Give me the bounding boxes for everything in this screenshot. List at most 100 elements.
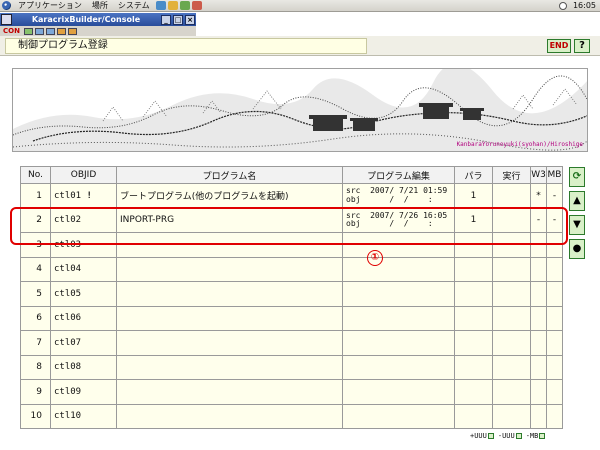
cell-exec[interactable] bbox=[492, 232, 531, 258]
cell-exec[interactable] bbox=[492, 403, 531, 429]
cell-program-name[interactable] bbox=[116, 281, 343, 307]
cell-objid[interactable]: ctl10 bbox=[50, 403, 117, 429]
table-row[interactable]: 10 ctl10 bbox=[20, 403, 563, 429]
cell-program-edit[interactable] bbox=[342, 354, 455, 380]
cell-w3[interactable] bbox=[530, 354, 547, 380]
cell-para[interactable] bbox=[454, 305, 493, 331]
table-row[interactable]: 9 ctl09 bbox=[20, 379, 563, 405]
browser-launcher-icon[interactable] bbox=[155, 1, 166, 10]
mail-launcher-icon[interactable] bbox=[167, 1, 178, 10]
cell-program-edit[interactable] bbox=[342, 330, 455, 356]
cell-program-edit[interactable]: src 2007/ 7/26 16:05 obj / / : bbox=[342, 207, 455, 233]
cell-mb[interactable]: - bbox=[546, 183, 563, 209]
con-tab[interactable]: CON bbox=[0, 27, 23, 35]
table-row[interactable]: 5 ctl05 bbox=[20, 281, 563, 307]
close-button[interactable]: × bbox=[185, 14, 195, 25]
foot-logo-icon[interactable] bbox=[2, 1, 11, 10]
cell-para[interactable] bbox=[454, 379, 493, 405]
toolbar-icon[interactable] bbox=[56, 27, 66, 35]
cell-para[interactable] bbox=[454, 256, 493, 282]
cell-para[interactable] bbox=[454, 232, 493, 258]
cell-mb[interactable] bbox=[546, 354, 563, 380]
cell-w3[interactable] bbox=[530, 232, 547, 258]
window-menu-icon[interactable] bbox=[1, 14, 12, 25]
cell-para[interactable] bbox=[454, 354, 493, 380]
table-row[interactable]: 6 ctl06 bbox=[20, 305, 563, 331]
cell-para[interactable] bbox=[454, 281, 493, 307]
move-up-button[interactable]: ▲ bbox=[569, 191, 585, 211]
cell-exec[interactable] bbox=[492, 281, 531, 307]
cell-program-name[interactable] bbox=[116, 232, 343, 258]
cell-mb[interactable]: - bbox=[546, 207, 563, 233]
table-row[interactable]: 8 ctl08 bbox=[20, 354, 563, 380]
cell-w3[interactable]: - bbox=[530, 207, 547, 233]
toolbar-icon[interactable] bbox=[67, 27, 77, 35]
clock[interactable]: 16:05 bbox=[569, 1, 600, 10]
cell-w3[interactable]: * bbox=[530, 183, 547, 209]
minimize-button[interactable]: _ bbox=[161, 14, 171, 25]
select-button[interactable]: ● bbox=[569, 239, 585, 259]
cell-exec[interactable] bbox=[492, 330, 531, 356]
uuu-toggle[interactable]: +UUU bbox=[470, 432, 494, 440]
cell-objid[interactable]: ctl09 bbox=[50, 379, 117, 405]
menu-applications[interactable]: アプリケーション bbox=[13, 0, 87, 12]
end-button[interactable]: END bbox=[547, 39, 571, 53]
table-row[interactable]: 2 ctl02 INPORT-PRG src 2007/ 7/26 16:05 obj… bbox=[20, 207, 563, 233]
cell-mb[interactable] bbox=[546, 403, 563, 429]
cell-mb[interactable] bbox=[546, 305, 563, 331]
cell-mb[interactable] bbox=[546, 256, 563, 282]
cell-objid[interactable]: ctl06 bbox=[50, 305, 117, 331]
cell-exec[interactable] bbox=[492, 183, 531, 209]
cell-w3[interactable] bbox=[530, 379, 547, 405]
maximize-button[interactable]: □ bbox=[173, 14, 183, 25]
mb-toggle[interactable]: -MB bbox=[526, 432, 546, 440]
move-down-button[interactable]: ▼ bbox=[569, 215, 585, 235]
table-row[interactable]: 3 ctl03 bbox=[20, 232, 563, 258]
toolbar-icon[interactable] bbox=[45, 27, 55, 35]
cell-program-name[interactable] bbox=[116, 256, 343, 282]
cell-program-name[interactable] bbox=[116, 330, 343, 356]
menu-system[interactable]: システム bbox=[113, 0, 155, 12]
menu-places[interactable]: 場所 bbox=[87, 0, 113, 12]
editor-launcher-icon[interactable] bbox=[191, 1, 202, 10]
cell-w3[interactable] bbox=[530, 403, 547, 429]
cell-w3[interactable] bbox=[530, 281, 547, 307]
cell-objid[interactable]: ctl08 bbox=[50, 354, 117, 380]
cell-objid[interactable]: ctl03 bbox=[50, 232, 117, 258]
toolbar-icon[interactable] bbox=[23, 27, 33, 35]
refresh-button[interactable]: ⟳ bbox=[569, 167, 585, 187]
cell-program-edit[interactable] bbox=[342, 256, 455, 282]
cell-exec[interactable] bbox=[492, 256, 531, 282]
cell-para[interactable]: 1 bbox=[454, 183, 493, 209]
cell-para[interactable] bbox=[454, 403, 493, 429]
checkbox[interactable] bbox=[487, 433, 494, 439]
cell-w3[interactable] bbox=[530, 256, 547, 282]
cell-mb[interactable] bbox=[546, 232, 563, 258]
checkbox[interactable] bbox=[515, 433, 522, 439]
table-row[interactable]: 4 ctl04 bbox=[20, 256, 563, 282]
cell-objid[interactable]: ctl04 bbox=[50, 256, 117, 282]
cell-program-edit[interactable] bbox=[342, 305, 455, 331]
cell-program-name[interactable] bbox=[116, 379, 343, 405]
help-button[interactable]: ? bbox=[574, 39, 590, 53]
cell-program-edit[interactable] bbox=[342, 232, 455, 258]
cell-program-name[interactable] bbox=[116, 403, 343, 429]
cell-w3[interactable] bbox=[530, 330, 547, 356]
cell-exec[interactable] bbox=[492, 305, 531, 331]
cell-program-name[interactable]: ブートプログラム(他のプログラムを起動) bbox=[116, 183, 343, 209]
cell-objid[interactable]: ctl05 bbox=[50, 281, 117, 307]
cell-objid[interactable]: ctl07 bbox=[50, 330, 117, 356]
cell-para[interactable]: 1 bbox=[454, 207, 493, 233]
cell-objid[interactable]: ctl01 ! bbox=[50, 183, 117, 209]
cell-program-name[interactable] bbox=[116, 354, 343, 380]
toolbar-icon[interactable] bbox=[34, 27, 44, 35]
cell-mb[interactable] bbox=[546, 330, 563, 356]
cell-objid[interactable]: ctl02 bbox=[50, 207, 117, 233]
checkbox[interactable] bbox=[539, 433, 546, 439]
cell-para[interactable] bbox=[454, 330, 493, 356]
table-row[interactable]: 7 ctl07 bbox=[20, 330, 563, 356]
cell-exec[interactable] bbox=[492, 354, 531, 380]
cell-program-name[interactable]: INPORT-PRG bbox=[116, 207, 343, 233]
table-row[interactable]: 1 ctl01 ! ブートプログラム(他のプログラムを起動) src 2007/ 7/… bbox=[20, 183, 563, 209]
cell-mb[interactable] bbox=[546, 281, 563, 307]
